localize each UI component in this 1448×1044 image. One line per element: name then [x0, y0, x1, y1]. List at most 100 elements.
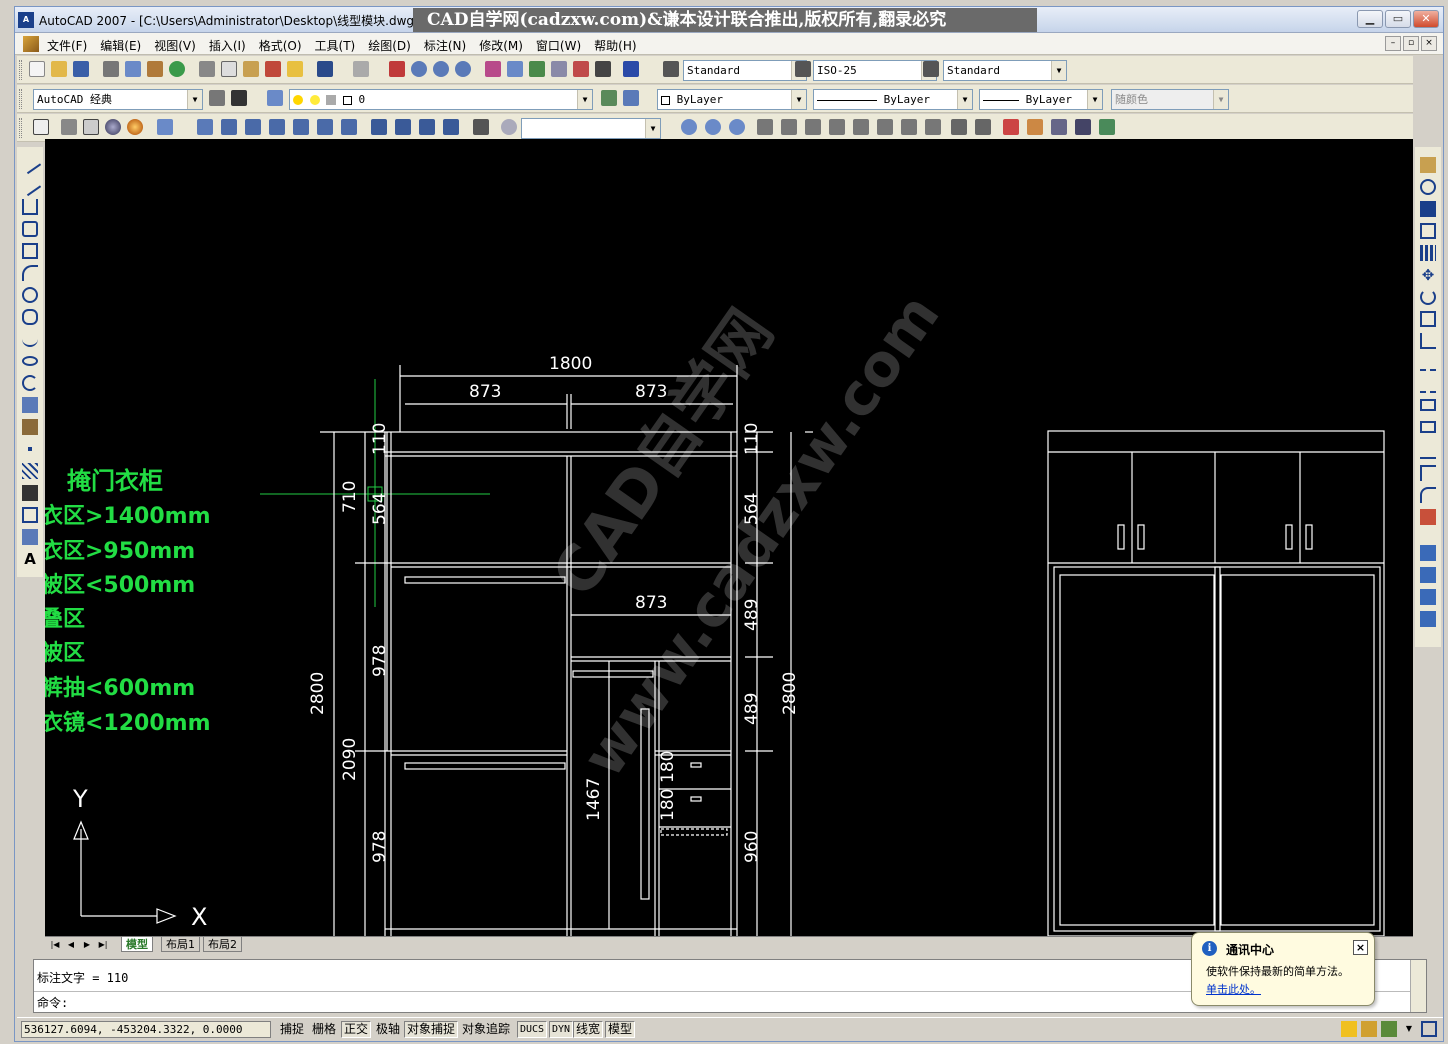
sun-icon[interactable] [309, 95, 320, 105]
save-workspace-icon[interactable] [231, 90, 247, 106]
move-icon[interactable]: ✥ [1420, 267, 1436, 283]
doc-restore-button[interactable]: ▫ [1403, 36, 1419, 51]
workspace-settings-icon[interactable] [209, 90, 225, 106]
sheet-set-icon[interactable] [551, 61, 567, 77]
ducs-toggle[interactable]: DUCS [517, 1021, 548, 1038]
layer-select[interactable]: 0 ▼ [289, 89, 593, 110]
menu-tools[interactable]: 工具(T) [315, 37, 356, 54]
render-env-icon[interactable] [1075, 119, 1091, 135]
balloon-link[interactable]: 单击此处。 [1206, 981, 1261, 997]
lock-icon[interactable] [326, 95, 337, 105]
layer-manager-icon[interactable] [267, 90, 283, 106]
copy-object-icon[interactable] [1420, 179, 1436, 195]
dyn-toggle[interactable]: DYN [549, 1021, 574, 1038]
ucs-icon[interactable] [33, 119, 49, 135]
mirror-icon[interactable] [1420, 201, 1436, 217]
markup-icon[interactable] [573, 61, 589, 77]
offset-icon[interactable] [1420, 223, 1436, 239]
redo-icon[interactable] [353, 61, 369, 77]
menu-insert[interactable]: 插入(I) [209, 37, 246, 54]
drawing-canvas[interactable]: CAD自学网 www.cadzxw.com 掩门衣柜 衣区>1400mm 衣区>… [45, 139, 1413, 936]
back-view-icon[interactable] [341, 119, 357, 135]
right-view-icon[interactable] [293, 119, 309, 135]
free-orbit-icon[interactable] [705, 119, 721, 135]
paste-icon[interactable] [243, 61, 259, 77]
chamfer-icon[interactable] [1420, 465, 1436, 481]
dwf-icon[interactable] [169, 61, 185, 77]
properties-icon[interactable] [485, 61, 501, 77]
circle-icon[interactable] [22, 287, 38, 303]
draworder-above-icon[interactable] [1420, 589, 1436, 605]
view-select[interactable]: ▼ [521, 118, 661, 139]
grid-toggle[interactable]: 栅格 [309, 1021, 339, 1038]
prev-tab-icon[interactable]: ◀ [65, 938, 77, 951]
dim-style-icon[interactable] [795, 61, 811, 77]
make-current-layer-icon[interactable] [601, 90, 617, 106]
animation-icon[interactable] [1099, 119, 1115, 135]
revision-cloud-icon[interactable] [22, 309, 38, 325]
ellipse-icon[interactable] [22, 356, 38, 366]
color-select[interactable]: ByLayer ▼ [657, 89, 807, 110]
print-icon[interactable] [103, 61, 119, 77]
visual-styles-icon[interactable] [157, 119, 173, 135]
osnap-toggle[interactable]: 对象捕捉 [404, 1021, 459, 1038]
section-icon[interactable] [975, 119, 991, 135]
polyline-icon[interactable] [22, 199, 38, 215]
menu-dimension[interactable]: 标注(N) [424, 37, 466, 54]
menu-help[interactable]: 帮助(H) [594, 37, 636, 54]
materials-icon[interactable] [1027, 119, 1043, 135]
line-icon[interactable] [18, 151, 42, 175]
autocad-app-icon[interactable]: A [18, 12, 34, 28]
shaded-icon[interactable] [105, 119, 121, 135]
multiline-text-icon[interactable]: A [22, 551, 38, 567]
scale-icon[interactable] [1420, 311, 1436, 327]
warning-icon[interactable] [1341, 1021, 1357, 1037]
text-style-select[interactable]: Standard▼ [683, 60, 807, 81]
intersect-icon[interactable] [925, 119, 941, 135]
rotate-icon[interactable] [1420, 289, 1436, 305]
chevron-down-icon[interactable]: ▼ [187, 90, 202, 109]
snap-toggle[interactable]: 捕捉 [277, 1021, 307, 1038]
ortho-toggle[interactable]: 正交 [341, 1021, 372, 1038]
layer-previous-icon[interactable] [623, 90, 639, 106]
next-tab-icon[interactable]: ▶ [81, 938, 93, 951]
menu-file[interactable]: 文件(F) [47, 37, 87, 54]
draworder-front-icon[interactable] [1420, 545, 1436, 561]
toolbar-grip[interactable] [19, 60, 22, 80]
arc-icon[interactable] [22, 265, 38, 281]
gradient-icon[interactable] [22, 485, 38, 501]
nw-iso-icon[interactable] [443, 119, 459, 135]
copy-icon[interactable] [221, 61, 237, 77]
stretch-icon[interactable] [1420, 333, 1436, 349]
light-icon[interactable] [1003, 119, 1019, 135]
open-file-icon[interactable] [51, 61, 67, 77]
3dorbit-icon[interactable] [681, 119, 697, 135]
loft-icon[interactable] [853, 119, 869, 135]
break-at-point-icon[interactable] [1420, 399, 1436, 411]
lineweight-select[interactable]: ByLayer ▼ [979, 89, 1103, 110]
document-icon[interactable] [23, 36, 39, 52]
box-icon[interactable] [61, 119, 77, 135]
construction-line-icon[interactable] [18, 173, 42, 197]
menu-edit[interactable]: 编辑(E) [100, 37, 141, 54]
union-icon[interactable] [877, 119, 893, 135]
model-toggle[interactable]: 模型 [605, 1021, 636, 1038]
clean-screen-icon[interactable] [1421, 1021, 1437, 1037]
ne-iso-icon[interactable] [419, 119, 435, 135]
tool-palettes-icon[interactable] [529, 61, 545, 77]
revolve-icon[interactable] [829, 119, 845, 135]
match-properties-icon[interactable] [265, 61, 281, 77]
chevron-down-icon[interactable]: ▼ [1401, 1021, 1417, 1037]
close-button[interactable]: ✕ [1413, 10, 1439, 28]
chevron-down-icon[interactable]: ▼ [1051, 61, 1066, 80]
new-file-icon[interactable] [29, 61, 45, 77]
left-view-icon[interactable] [269, 119, 285, 135]
block-editor-icon[interactable] [287, 61, 303, 77]
dim-style-select[interactable]: ISO-25▼ [813, 60, 937, 81]
subtract-icon[interactable] [901, 119, 917, 135]
top-view-icon[interactable] [221, 119, 237, 135]
design-center-icon[interactable] [507, 61, 523, 77]
doc-close-button[interactable]: × [1421, 36, 1437, 51]
camera-icon[interactable] [473, 119, 489, 135]
save-icon[interactable] [73, 61, 89, 77]
